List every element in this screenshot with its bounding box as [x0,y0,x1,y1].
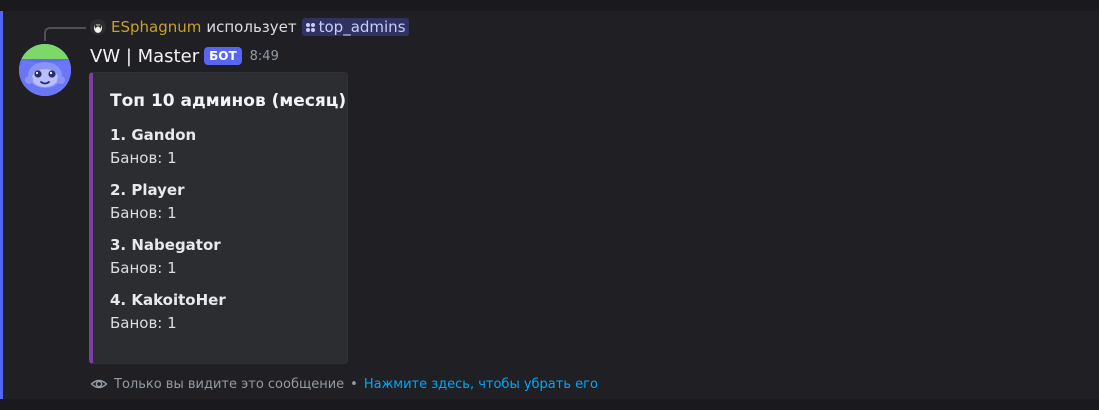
app-commands-icon [305,22,315,32]
embed-field-value: Банов: 1 [110,149,177,167]
separator-dot: • [350,376,358,392]
bot-badge: БОТ [204,47,242,65]
embed-field-name: 4. KakoitoHer [110,291,226,309]
embed-field-name: 1. Gandon [110,126,197,144]
embed-field: 2. Player Банов: 1 [110,179,331,225]
message-item[interactable]: ESphagnum использует top_admins VW | Mas… [0,11,1099,399]
bot-avatar[interactable] [19,44,71,96]
author-username[interactable]: VW | Master [90,46,199,67]
embed-card: Топ 10 админов (месяц) 1. Gandon Банов: … [89,72,348,364]
reply-verb: использует [206,18,297,36]
embed-field-value: Банов: 1 [110,259,177,277]
message-header: VW | Master БОТ 8:49 [90,43,279,69]
reply-user-avatar[interactable] [90,19,106,35]
embed-title: Топ 10 админов (месяц) [110,91,347,111]
embed-field-value: Банов: 1 [110,314,177,332]
command-reply-line: ESphagnum использует top_admins [90,16,409,38]
slash-command-mention[interactable]: top_admins [301,18,409,36]
message-timestamp[interactable]: 8:49 [250,49,279,64]
penguin-icon [94,22,102,33]
embed-field-name: 2. Player [110,181,185,199]
ephemeral-notice: Только вы видите это сообщение • Нажмите… [90,373,598,395]
command-name: top_admins [318,18,406,36]
embed-field: 1. Gandon Банов: 1 [110,124,331,170]
embed-field: 4. KakoitoHer Банов: 1 [110,289,331,335]
dismiss-message-link[interactable]: Нажмите здесь, чтобы убрать его [364,377,598,392]
discord-bot-avatar-icon [19,44,71,96]
message-highlight-bar [0,11,3,399]
bottom-divider [0,399,1099,410]
embed-field-value: Банов: 1 [110,204,177,222]
embed-field-name: 3. Nabegator [110,236,221,254]
top-divider [0,0,1099,11]
reply-username[interactable]: ESphagnum [111,18,201,36]
ephemeral-notice-text: Только вы видите это сообщение [114,376,345,392]
eye-icon [90,375,108,393]
reply-spine [44,27,86,41]
embed-field: 3. Nabegator Банов: 1 [110,234,331,280]
